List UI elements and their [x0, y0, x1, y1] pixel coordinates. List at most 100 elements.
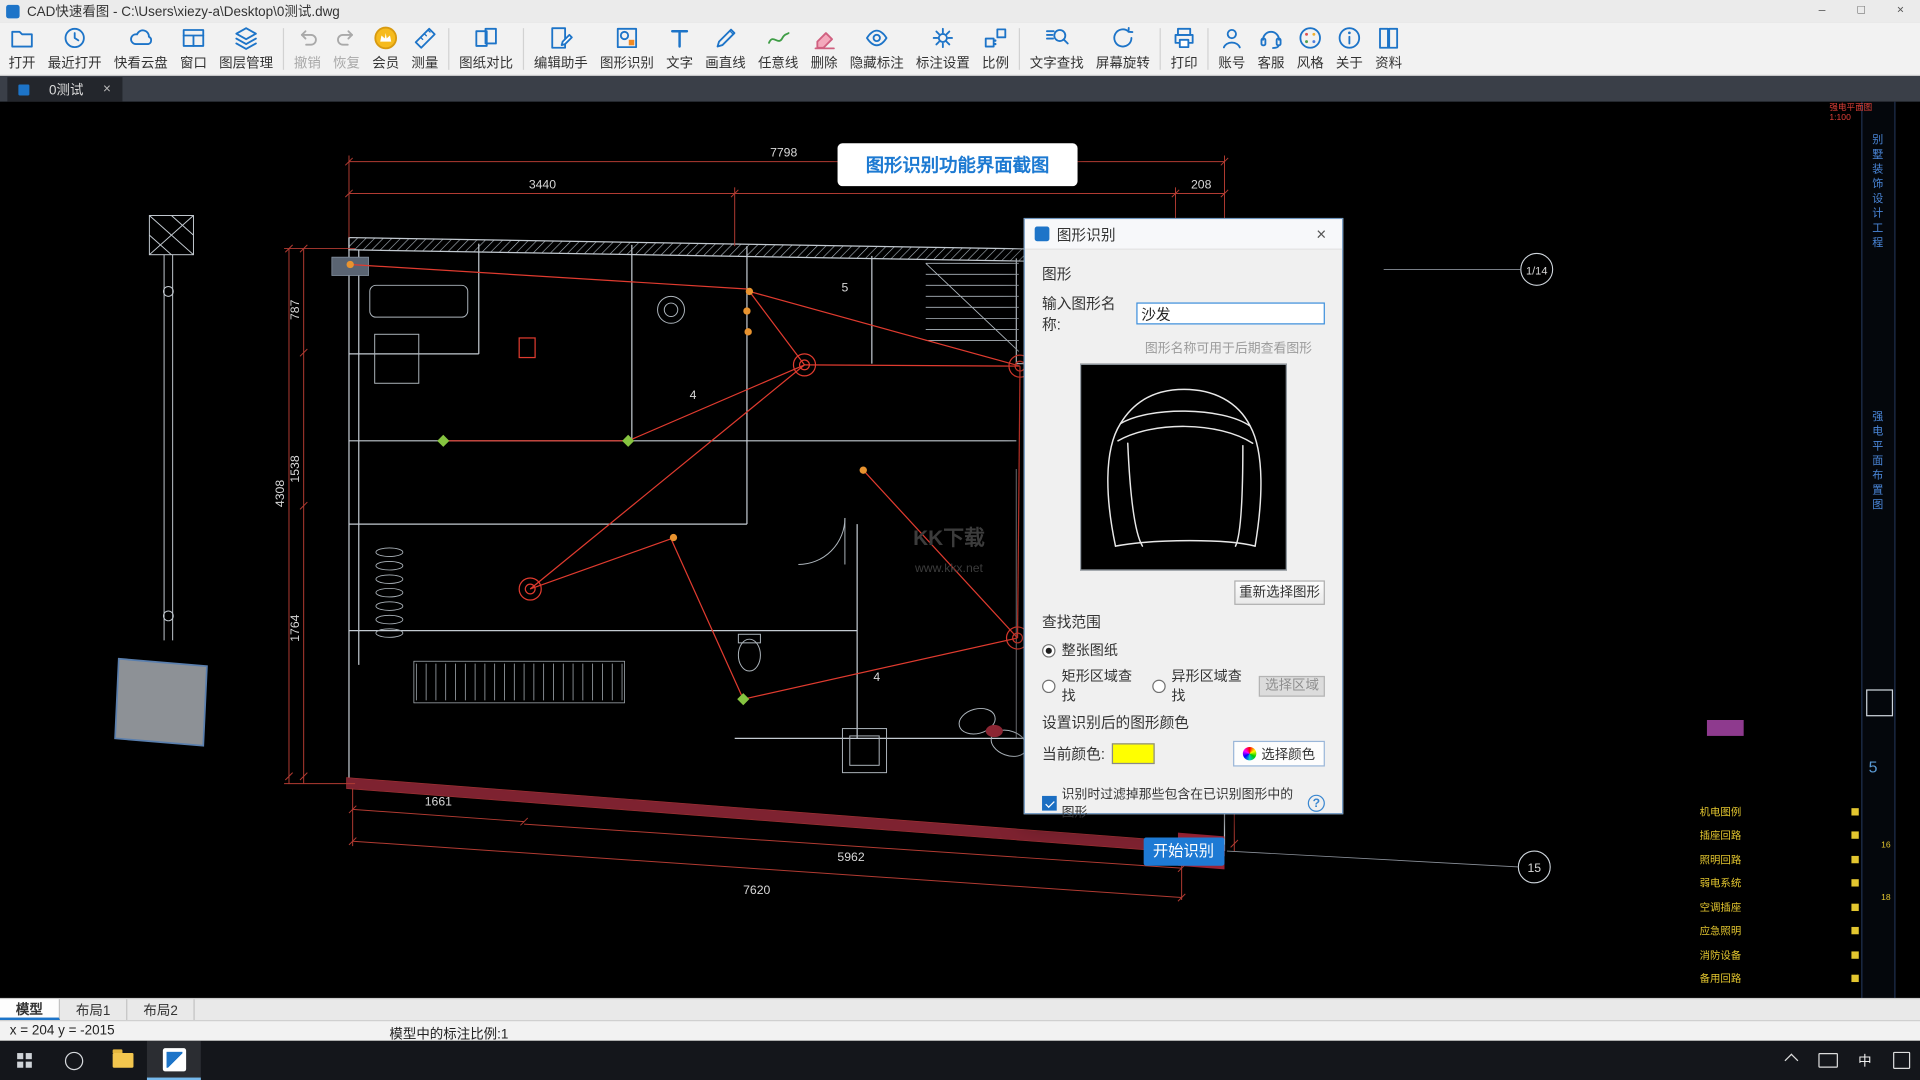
file-explorer-button[interactable] [98, 1041, 147, 1080]
document-tab-label: 0测试 [48, 83, 84, 98]
cad-app-taskbar-button[interactable] [146, 1040, 201, 1080]
start-recognition-button[interactable]: 开始识别 [1143, 837, 1224, 866]
toolbar-button-annotation-settings[interactable]: 标注设置 [910, 23, 976, 74]
toolbar-button-compare[interactable]: 图纸对比 [453, 23, 519, 74]
legend-panel: 机电图例 插座回路 照明回路 弱电系统 空调插座 应急照明 消防设备 备用回路 [1700, 800, 1859, 991]
pencil-line-icon [712, 24, 739, 51]
toolbar-button-hide-annotations[interactable]: 隐藏标注 [844, 23, 910, 74]
drawing-canvas[interactable]: 7798 3440 208 787 1538 1764 4308 5800 16… [0, 101, 1920, 998]
legend-swatch [1851, 951, 1859, 959]
legend-row: 消防设备 [1700, 943, 1859, 967]
toolbar-button-style[interactable]: 风格 [1291, 23, 1330, 74]
system-tray: 中 [1773, 1041, 1920, 1080]
fixture-comb [413, 660, 625, 704]
toolbar-button-support[interactable]: 客服 [1251, 23, 1290, 74]
clock-icon [61, 24, 88, 51]
window-title: CAD快速看图 - C:\Users\xiezy-a\Desktop\0测试.d… [26, 4, 340, 20]
undo-icon [294, 24, 321, 51]
toolbar-button-recent[interactable]: 最近打开 [42, 23, 108, 74]
dim-label: 208 [1191, 178, 1212, 192]
tray-expand-button[interactable] [1773, 1041, 1810, 1080]
minimize-button[interactable]: – [1802, 0, 1841, 22]
toolbar-button-measure[interactable]: 测量 [405, 23, 444, 74]
toolbar-button-account[interactable]: 账号 [1212, 23, 1251, 74]
toolbar-separator [1207, 27, 1209, 70]
dialog-title: 图形识别 [1056, 225, 1116, 244]
ruler-icon [411, 24, 438, 51]
toolbar-separator [1159, 27, 1161, 70]
radio-whole-drawing[interactable] [1042, 643, 1056, 657]
start-button[interactable] [0, 1041, 49, 1080]
toolbar-button-materials[interactable]: 资料 [1369, 23, 1408, 74]
shape-name-label: 输入图形名称: [1042, 295, 1116, 334]
toolbar-button-draw-line[interactable]: 画直线 [699, 23, 752, 74]
toolbar-button-edit-assistant[interactable]: 编辑助手 [528, 23, 594, 74]
toolbar-button-cloud[interactable]: 快看云盘 [108, 23, 174, 74]
close-button[interactable]: × [1881, 0, 1920, 22]
ime-indicator[interactable]: 中 [1847, 1041, 1884, 1080]
reselect-shape-button[interactable]: 重新选择图形 [1234, 580, 1325, 605]
legend-magenta-swatch [1706, 719, 1744, 736]
eraser-icon [811, 24, 838, 51]
toolbar-button-free-line[interactable]: 任意线 [752, 23, 805, 74]
toolbar-button-shape-recognition[interactable]: 图形识别 [594, 23, 660, 74]
rotate-icon [1109, 24, 1136, 51]
shape-name-input[interactable] [1136, 302, 1325, 325]
dialog-close-icon[interactable]: × [1310, 224, 1332, 244]
select-area-button[interactable]: 选择区域 [1259, 675, 1325, 697]
document-tab-close-icon[interactable]: × [103, 82, 111, 97]
feature-banner: 图形识别功能界面截图 [837, 143, 1078, 187]
toolbar-button-open[interactable]: 打开 [2, 23, 41, 74]
dim-label: 5962 [837, 850, 864, 864]
filter-checkbox-label: 识别时过滤掉那些包含在已识别图形中的图形 [1061, 787, 1294, 821]
filter-checkbox[interactable] [1042, 795, 1057, 811]
titleblock-box [1866, 689, 1894, 717]
current-color-label: 当前颜色: [1042, 745, 1105, 763]
toolbar-button-scale[interactable]: 比例 [976, 23, 1015, 74]
wire-label: 4 [873, 670, 880, 684]
legend-swatch [1851, 807, 1859, 816]
choose-color-button[interactable]: 选择颜色 [1233, 740, 1325, 767]
toolbar-button-vip[interactable]: 会员 [366, 23, 405, 74]
cad-drawing[interactable]: 7798 3440 208 787 1538 1764 4308 5800 16… [0, 102, 1920, 998]
toolbar-button-window[interactable]: 窗口 [174, 23, 213, 74]
document-tab[interactable]: 0测试 × [7, 77, 122, 102]
windows-taskbar: 中 [0, 1040, 1920, 1080]
gray-slab [114, 657, 208, 747]
sheet-tab-layout2[interactable]: 布局2 [127, 999, 195, 1020]
radio-poly-area[interactable] [1151, 678, 1166, 693]
svg-text:www.kkx.net: www.kkx.net [914, 561, 984, 575]
sheet-tab-model[interactable]: 模型 [0, 999, 60, 1020]
toolbar-button-rotate-screen[interactable]: 屏幕旋转 [1090, 23, 1156, 74]
toolbar-button-layers[interactable]: 图层管理 [213, 23, 279, 74]
toolbar-button-about[interactable]: 关于 [1330, 23, 1369, 74]
toolbar: 打开 最近打开 快看云盘 窗口 图层管理 撤销 恢复 会员 测量 图纸对比 编辑… [0, 22, 1920, 76]
toolbar-button-text[interactable]: 文字 [660, 23, 699, 74]
action-center-button[interactable] [1883, 1041, 1920, 1080]
toolbar-button-delete[interactable]: 删除 [804, 23, 843, 74]
books-icon [1375, 24, 1402, 51]
toolbar-button-print[interactable]: 打印 [1164, 23, 1203, 74]
toolbar-button-redo[interactable]: 恢复 [327, 23, 366, 74]
dim-label: 787 [288, 299, 302, 320]
toolbar-button-undo[interactable]: 撤销 [288, 23, 327, 74]
cortana-button[interactable] [49, 1041, 98, 1080]
titleblock-vertical-text-1: 别墅装饰设计工程 [1871, 133, 1884, 252]
dim-label: 1661 [425, 795, 452, 809]
headset-icon [1258, 24, 1285, 51]
display-tray-button[interactable] [1810, 1041, 1847, 1080]
help-icon[interactable]: ? [1307, 794, 1325, 812]
display-icon [1818, 1053, 1838, 1068]
maximize-button[interactable]: □ [1842, 0, 1881, 22]
shape-preview [1079, 363, 1287, 571]
legend-row: 空调插座 [1700, 895, 1859, 919]
watermark: KK下载 www.kkx.net [913, 526, 985, 575]
dim-label: 7798 [770, 146, 797, 160]
current-color-swatch [1112, 743, 1156, 765]
toolbar-button-find-text[interactable]: 文字查找 [1024, 23, 1090, 74]
legend-swatch [1851, 974, 1859, 983]
radio-rect-area[interactable] [1042, 678, 1056, 693]
sheet-tab-layout1[interactable]: 布局1 [60, 999, 128, 1020]
dialog-titlebar[interactable]: 图形识别 × [1024, 219, 1343, 250]
legend-swatch [1851, 903, 1859, 911]
